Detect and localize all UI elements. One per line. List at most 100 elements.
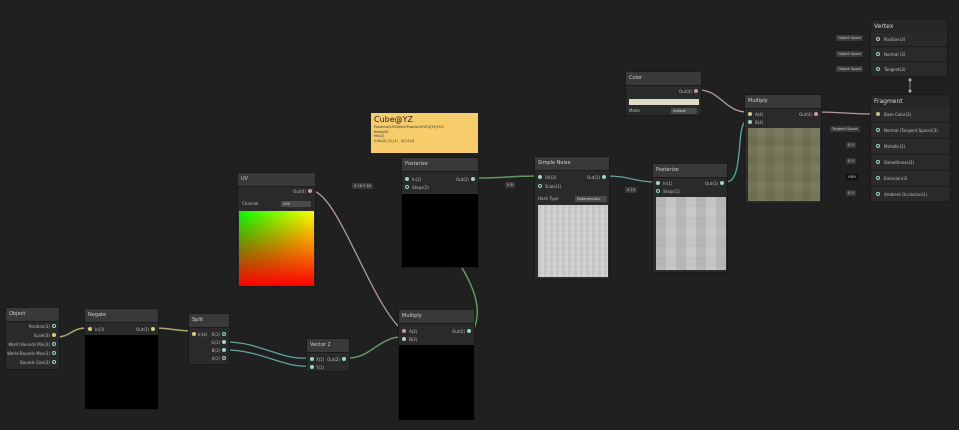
color-node-out-port[interactable] [694,89,698,93]
fragment-row-smoothness[interactable]: Smoothness(1) [871,156,950,170]
fragment-port-base-color[interactable] [876,112,880,116]
multiply-top-out-port[interactable] [814,112,818,116]
uv-node[interactable]: UV Out(4) Channel UV0 [237,172,316,287]
simple-noise-uv-port[interactable] [538,175,542,179]
uv-node-channel-dropdown[interactable]: UV0 [281,201,311,207]
multiply-bottom-b-port[interactable] [402,337,406,341]
multiply-top-b-port[interactable] [748,120,752,124]
posterize-node-right[interactable]: Posterize In(1) Steps(1) Out(1) [652,163,728,273]
multiply-bottom-out-port[interactable] [467,329,471,333]
object-row-bounds-max: World Bounds Max(3) [7,351,50,356]
object-port-position[interactable] [52,324,56,328]
fragment-port-ambient-occlusion[interactable] [876,192,880,196]
posterize-mid-steps-port[interactable] [405,185,409,189]
vertex-position-space-tag[interactable]: Object Space [836,35,864,41]
object-port-bounds-size[interactable] [52,360,56,364]
simple-noise-out-port[interactable] [602,175,606,179]
fragment-row-emission[interactable]: Emission(3) [871,172,950,186]
wire-split-g-to-vector2 [225,349,309,367]
fragment-port-smoothness[interactable] [876,160,880,164]
posterize-mid-steps-field[interactable]: X 16 Y 16 [352,183,373,189]
fragment-port-normal[interactable] [876,128,880,132]
fragment-port-metallic[interactable] [876,144,880,148]
split-g-port[interactable] [222,340,226,344]
simple-noise-node[interactable]: Simple Noise UV(2) Scale(1) Out(1) Hash … [534,156,610,280]
uv-node-preview [239,211,314,286]
object-port-scale[interactable] [52,333,56,337]
simple-noise-title: Simple Noise [535,157,609,171]
fragment-smoothness-value[interactable]: X 0 [846,158,856,164]
wire-vector2-to-multiply [348,336,402,359]
fragment-row-base-color[interactable]: Base Color(3) [871,108,950,122]
split-in-label: In(4) [198,332,208,337]
split-b-port[interactable] [222,348,226,352]
vertex-row-normal[interactable]: Normal (3) [871,48,947,62]
posterize-right-steps-port[interactable] [656,189,660,193]
vertex-port-normal[interactable] [876,52,880,56]
simple-noise-scale-port[interactable] [538,184,542,188]
color-node[interactable]: Color Out(4) Mode Default [625,71,702,116]
simple-noise-scale-field[interactable]: X 8 [505,182,515,188]
object-node[interactable]: Object Position(3) Scale(3) World Bounds… [5,307,60,370]
posterize-node-mid[interactable]: Posterize In(2) Steps(2) Out(2) [401,157,479,268]
negate-in-port[interactable] [88,327,92,331]
posterize-right-in-label: In(1) [663,181,673,186]
vertex-normal-space-tag[interactable]: Object Space [836,51,864,57]
split-g-label: G(1) [211,340,220,345]
vertex-context[interactable]: Vertex Position(3) Normal (3) Tangent(3) [870,19,948,77]
wire-noise-to-posterize [606,175,656,183]
color-node-mode-dropdown[interactable]: Default [671,108,697,114]
split-a-label: A(1) [211,356,220,361]
object-port-bounds-min[interactable] [52,342,56,346]
split-r-label: R(1) [211,332,220,337]
vertex-row-position[interactable]: Position(3) [871,33,947,47]
fragment-port-emission[interactable] [876,176,880,180]
negate-node[interactable]: Negate In(3) Out(3) [84,308,159,410]
multiply-bottom-title: Multiply [399,310,474,324]
vertex-tangent-space-tag[interactable]: Object Space [836,66,864,72]
posterize-right-out-port[interactable] [720,181,724,185]
vertex-row-tangent[interactable]: Tangent(3) [871,63,947,77]
split-a-port[interactable] [222,356,226,360]
vector2-node[interactable]: Vector 2 X(1) Y(1) Out(2) [306,338,350,372]
fragment-normal-space-tag[interactable]: Tangent Space [830,126,860,132]
fragment-row-ambient-occlusion[interactable]: Ambient Occlusion(1) [871,188,950,202]
vector2-y-port[interactable] [310,365,314,369]
split-node[interactable]: Split In(4) R(1) G(1) B(1) A(1) [188,313,230,365]
multiply-node-top[interactable]: Multiply A(4) B(4) Out(4) [744,94,822,204]
vector2-x-port[interactable] [310,357,314,361]
vertex-port-tangent[interactable] [876,67,880,71]
fragment-row-metallic[interactable]: Metallic(1) [871,140,950,154]
multiply-node-bottom[interactable]: Multiply A(2) B(2) Out(2) [398,309,475,421]
fragment-row-normal[interactable]: Normal (Tangent Space)(3) [871,124,950,138]
posterize-mid-in-port[interactable] [405,177,409,181]
uv-node-out-port[interactable] [308,189,312,193]
wire-connector-dot-bottom [908,89,912,93]
negate-out-port[interactable] [151,327,155,331]
sticky-note[interactable]: Cube@YZ Posterize(UVObject(Position(XYZ)… [371,113,478,153]
object-port-bounds-max[interactable] [52,351,56,355]
multiply-top-a-port[interactable] [748,112,752,116]
uv-node-title: UV [238,173,315,187]
multiply-top-title: Multiply [745,95,821,109]
fragment-metallic-value[interactable]: X 0 [846,142,856,148]
fragment-emission-hdr-swatch[interactable]: HDR [846,174,858,180]
vertex-port-position[interactable] [876,37,880,41]
split-title: Split [189,314,229,328]
simple-noise-hash-dropdown[interactable]: Deterministic [575,196,607,202]
posterize-mid-in-label: In(2) [412,177,422,182]
vector2-out-port[interactable] [342,357,346,361]
fragment-context[interactable]: Fragment Base Color(3) Normal (Tangent S… [870,94,951,202]
posterize-mid-out-port[interactable] [471,177,475,181]
split-r-port[interactable] [222,332,226,336]
posterize-right-in-port[interactable] [656,181,660,185]
wire-multiply-to-basecolor [817,111,872,115]
color-node-out-label: Out(4) [679,89,692,94]
split-in-port[interactable] [192,332,196,336]
posterize-mid-out-label: Out(2) [456,177,469,182]
multiply-bottom-a-port[interactable] [402,329,406,333]
posterize-right-steps-field[interactable]: X 10 [625,187,637,193]
color-node-swatch[interactable] [629,99,699,105]
fragment-ao-value[interactable]: X 0 [846,190,856,196]
shader-graph-canvas[interactable]: Vertex Position(3) Normal (3) Tangent(3)… [0,0,959,430]
